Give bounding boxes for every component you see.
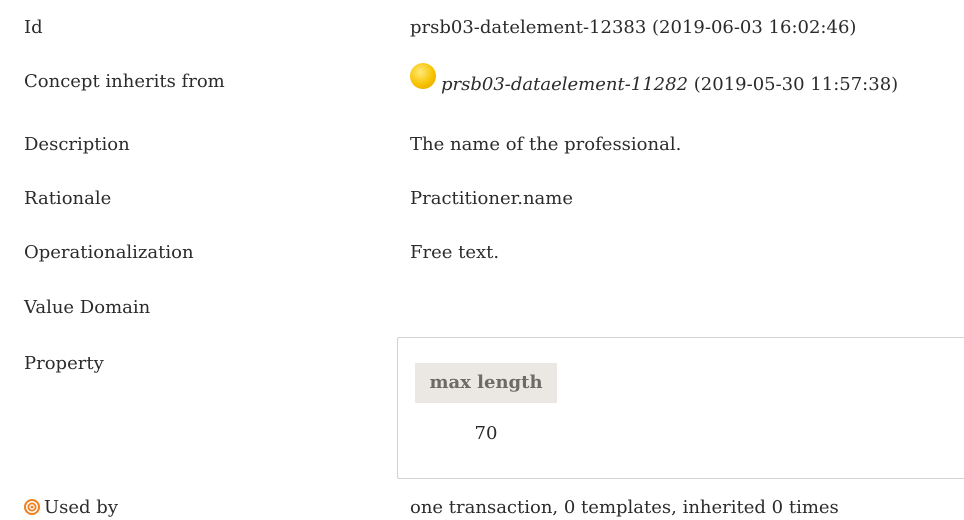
id-value: prsb03-datelement-12383 (2019-06-03 16:0…: [410, 17, 857, 38]
concept-inherits-label: Concept inherits from: [24, 71, 225, 92]
id-label: Id: [24, 17, 43, 38]
concept-inherits-link[interactable]: prsb03-dataelement-11282: [441, 74, 688, 95]
rationale-value: Practitioner.name: [410, 188, 573, 209]
used-by-text: Used by: [44, 497, 118, 518]
description-label: Description: [24, 134, 130, 155]
property-table: max length 70: [397, 337, 964, 479]
target-icon: [24, 499, 40, 515]
operationalization-label: Operationalization: [24, 242, 194, 263]
property-label: Property: [24, 353, 104, 374]
rationale-label: Rationale: [24, 188, 112, 209]
property-header-max-length: max length: [415, 363, 557, 403]
property-value-max-length: 70: [474, 423, 498, 444]
used-by-value[interactable]: one transaction, 0 templates, inherited …: [410, 497, 839, 518]
used-by-label: Used by: [24, 497, 118, 518]
value-domain-label: Value Domain: [24, 297, 151, 318]
operationalization-value: Free text.: [410, 242, 500, 263]
yellow-circle-icon: [410, 63, 436, 89]
concept-inherits-date: (2019-05-30 11:57:38): [693, 74, 899, 95]
concept-inherits-value: prsb03-dataelement-11282 (2019-05-30 11:…: [410, 63, 899, 97]
description-value: The name of the professional.: [410, 134, 682, 155]
